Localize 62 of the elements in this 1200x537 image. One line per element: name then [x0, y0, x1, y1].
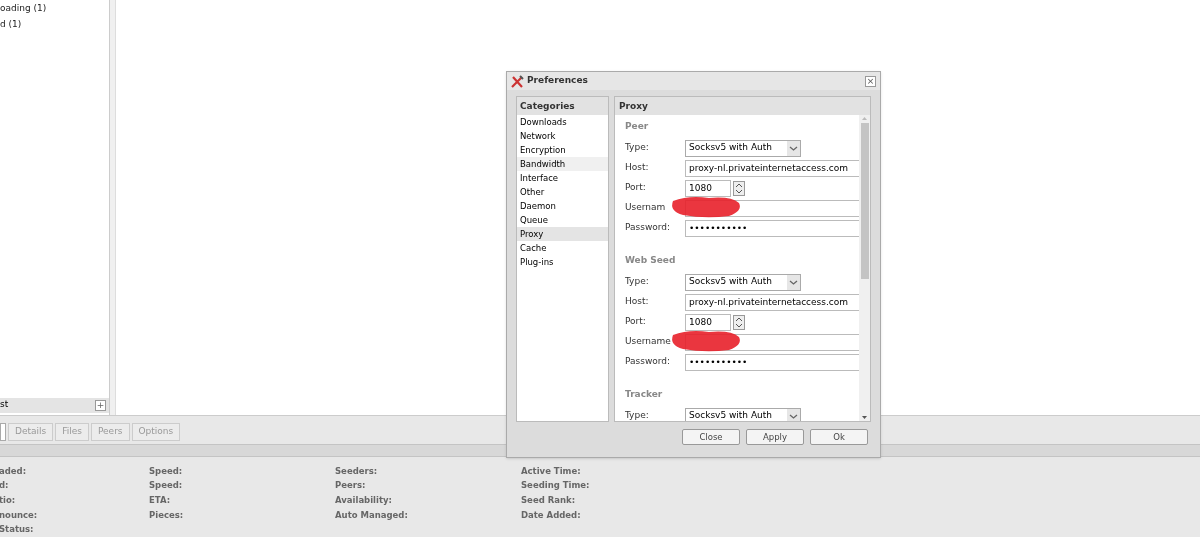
port-field[interactable]: 1080 [685, 179, 731, 197]
chevron-down-icon [787, 140, 800, 156]
detail-label: Seed Rank: [521, 493, 577, 507]
port-field[interactable]: 1080 [685, 313, 731, 331]
dialog-button[interactable]: Close [682, 429, 740, 445]
field-label: Host: [625, 161, 650, 175]
category-item[interactable]: Proxy [517, 227, 608, 241]
detail-label: Seeders: [335, 464, 379, 478]
panel-heading: Proxy [615, 97, 870, 115]
detail-label: nounce: [0, 508, 39, 522]
dialog-button[interactable]: Ok [810, 429, 868, 445]
sidebar-item[interactable]: oading (1) [0, 0, 109, 16]
text-field[interactable]: proxy-nl.privateinternetaccess.com [685, 159, 859, 177]
scrollbar-thumb[interactable] [860, 123, 869, 279]
text-field[interactable]: ••••••••••• [685, 353, 859, 371]
add-button[interactable]: + [95, 399, 106, 411]
field-label: Usernam [625, 201, 667, 215]
type-select[interactable]: Socksv5 with Auth [685, 407, 801, 421]
detail-label: Peers: [335, 479, 367, 493]
tools-icon [511, 74, 524, 88]
categories-heading: Categories [517, 97, 608, 115]
section-title: Peer [625, 120, 650, 133]
detail-label: ETA: [149, 493, 172, 507]
close-button[interactable]: × [865, 75, 876, 87]
detail-label: Active Time: [521, 464, 582, 478]
detail-label: Pieces: [149, 508, 185, 522]
type-select[interactable]: Socksv5 with Auth [685, 273, 801, 291]
chevron-down-icon [787, 274, 800, 290]
field-label: Type: [625, 141, 650, 155]
spinner-arrows-icon[interactable] [733, 180, 745, 196]
field-label: Password: [625, 221, 672, 235]
detail-label: Availability: [335, 493, 393, 507]
field-label: Port: [625, 315, 647, 329]
detail-label: Seeding Time: [521, 479, 591, 493]
chevron-down-icon [787, 408, 800, 421]
field-label: Password: [625, 355, 672, 369]
detail-label: Speed: [149, 479, 184, 493]
text-field[interactable]: ••••••••••• [685, 219, 859, 237]
detail-label: aded: [0, 464, 28, 478]
detail-label: Auto Managed: [335, 508, 409, 522]
field-label: Type: [625, 275, 650, 289]
dialog-title: Preferences [527, 74, 589, 88]
category-item[interactable]: Bandwidth [517, 157, 608, 171]
scrollbar[interactable] [859, 115, 870, 421]
field-label: Port: [625, 181, 647, 195]
field-label: Username [625, 335, 672, 349]
field-label: Host: [625, 295, 650, 309]
scroll-down-icon[interactable] [861, 413, 868, 421]
type-select[interactable]: Socksv5 with Auth [685, 139, 801, 157]
text-field[interactable]: proxy-nl.privateinternetaccess.com [685, 293, 859, 311]
sidebar-footer-label: st [0, 398, 9, 412]
spinner-arrows-icon[interactable] [733, 314, 745, 330]
detail-label: Speed: [149, 464, 184, 478]
dialog-button[interactable]: Apply [746, 429, 804, 445]
sidebar-item[interactable]: d (1) [0, 16, 109, 32]
section-title: Web Seed [625, 254, 677, 267]
tab[interactable] [0, 422, 6, 441]
field-label: Type: [625, 409, 650, 421]
detail-label: d: [0, 479, 10, 493]
detail-label: Date Added: [521, 508, 582, 522]
section-title: Tracker [625, 388, 664, 401]
detail-label: Status: [0, 523, 35, 537]
